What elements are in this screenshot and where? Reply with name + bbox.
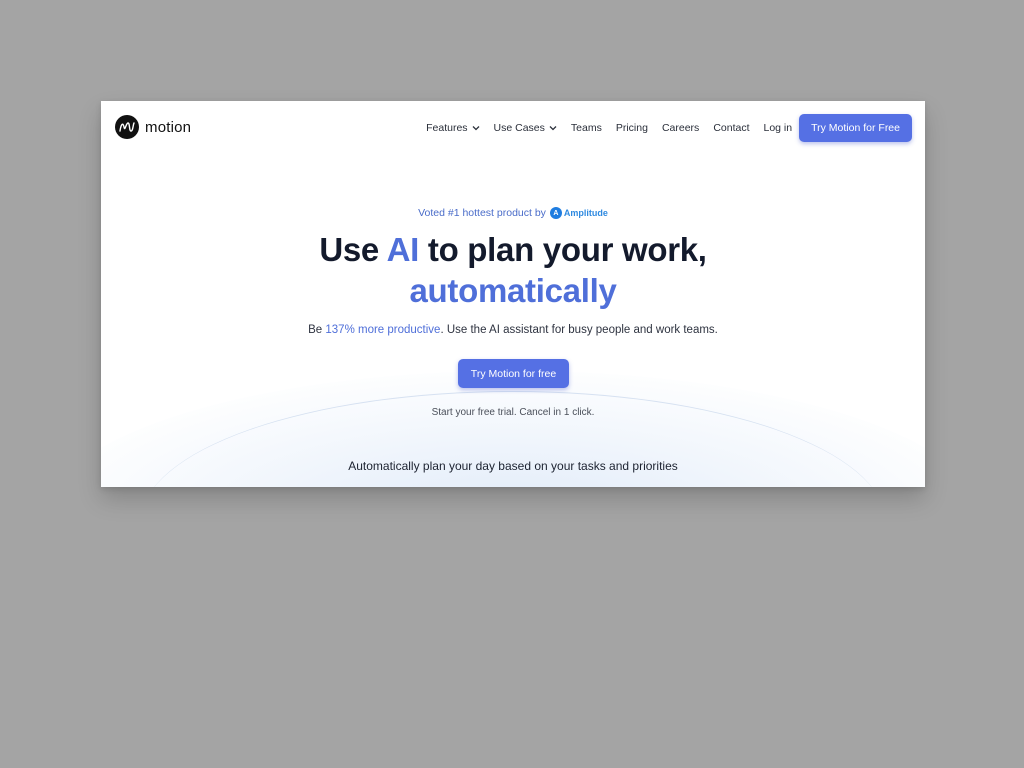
hero-subline: Be 137% more productive. Use the AI assi… <box>101 324 925 336</box>
nav-item-label: Contact <box>713 122 750 134</box>
nav-item-contact[interactable]: Contact <box>713 122 749 134</box>
nav-item-label: Use Cases <box>493 122 545 134</box>
voted-badge: Voted #1 hottest product by A Amplitude <box>101 207 925 219</box>
amplitude-label: Amplitude <box>563 208 608 218</box>
headline-text: Use <box>319 231 387 268</box>
nav-links: Features Use Cases Teams Pricing Careers <box>426 114 912 142</box>
nav-item-label: Careers <box>661 122 700 134</box>
nav-item-label: Pricing <box>615 122 648 134</box>
headline-accent-automatically: automatically <box>409 272 617 309</box>
motion-logo-icon <box>115 115 139 139</box>
top-navigation: motion Features Use Cases Teams Pricing <box>101 101 925 155</box>
nav-item-label: Features <box>426 122 468 134</box>
nav-item-features[interactable]: Features <box>426 122 480 134</box>
hero-headline: Use AI to plan your work, automatically <box>101 229 925 311</box>
amplitude-logo-icon: A <box>549 207 562 219</box>
nav-item-teams[interactable]: Teams <box>571 122 602 134</box>
chevron-down-icon <box>549 122 557 134</box>
subline-text: Be <box>308 324 326 336</box>
login-label: Log in <box>763 122 793 134</box>
section-caption: Automatically plan your day based on you… <box>348 459 678 473</box>
subline-accent: 137% more productive <box>325 324 441 336</box>
login-link[interactable]: Log in <box>764 122 793 134</box>
trial-note: Start your free trial. Cancel in 1 click… <box>431 407 595 418</box>
amplitude-badge[interactable]: A Amplitude <box>549 207 608 219</box>
try-motion-free-button[interactable]: Try Motion for free <box>458 359 569 388</box>
subline-text: . Use the AI assistant for busy people a… <box>440 324 718 336</box>
nav-item-label: Teams <box>570 122 602 134</box>
nav-item-pricing[interactable]: Pricing <box>616 122 648 134</box>
headline-accent-ai: AI <box>386 231 420 268</box>
nav-item-use-cases[interactable]: Use Cases <box>494 122 557 134</box>
headline-line-1: Use AI to plan your work, <box>101 229 925 270</box>
nav-item-careers[interactable]: Careers <box>662 122 699 134</box>
try-motion-nav-button[interactable]: Try Motion for Free <box>799 114 912 142</box>
badge-text: Voted #1 hottest product by <box>418 207 546 219</box>
logo-link[interactable]: motion <box>115 115 191 139</box>
headline-text: to plan your work, <box>419 231 707 268</box>
chevron-down-icon <box>472 122 480 134</box>
logo-text: motion <box>145 118 192 136</box>
browser-page: motion Features Use Cases Teams Pricing <box>101 101 925 487</box>
